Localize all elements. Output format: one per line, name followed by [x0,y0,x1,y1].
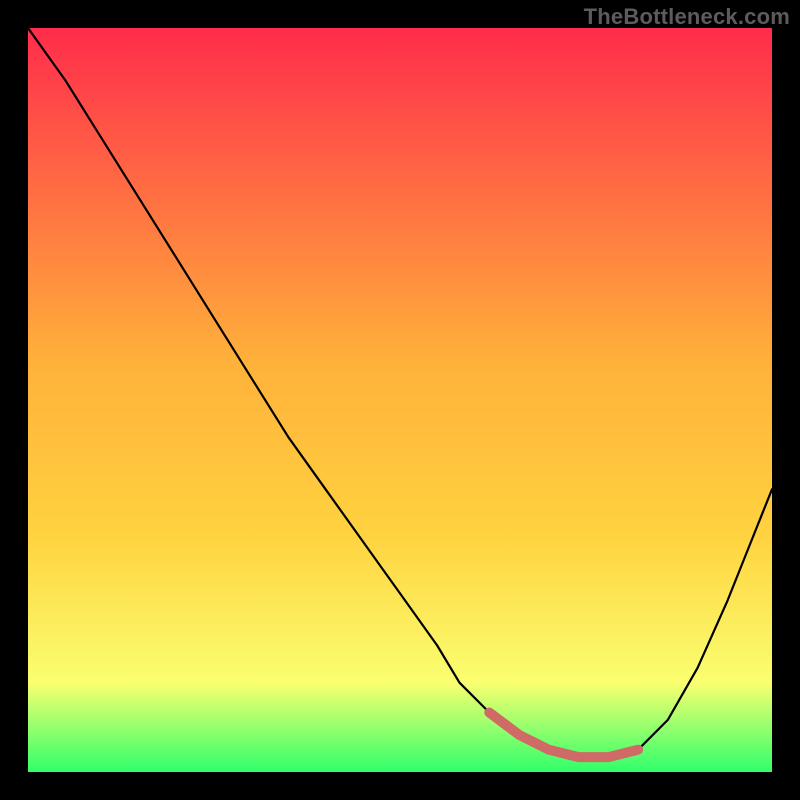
chart-frame: TheBottleneck.com [0,0,800,800]
chart-svg [28,28,772,772]
watermark-label: TheBottleneck.com [584,4,790,30]
plot-area [28,28,772,772]
gradient-bg [28,28,772,772]
